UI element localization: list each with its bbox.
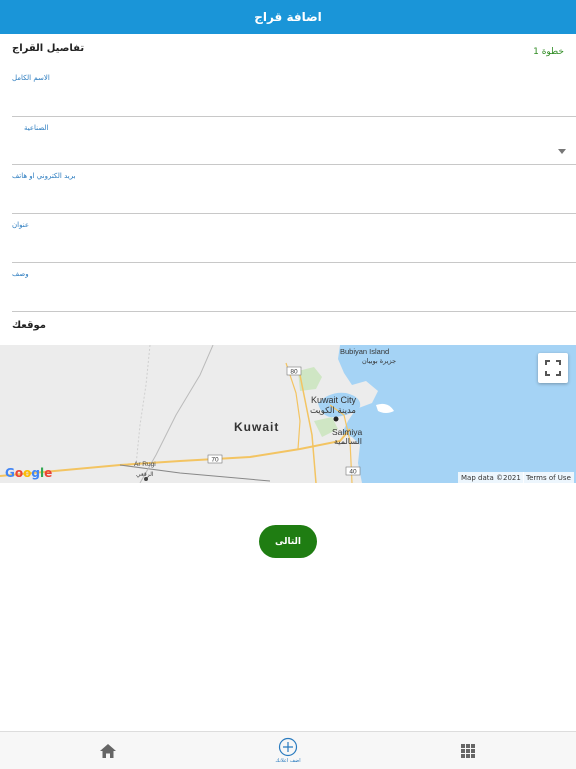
address-label: عنوان [12,221,29,229]
kuwait-city-marker [333,416,339,422]
google-logo: Google [5,466,53,480]
main-road [299,374,317,483]
highway-road [0,428,351,477]
map-canvas: 80 70 40 Bubiyan Island جزيرة بوبيان Kuw… [0,345,576,483]
road-80-line [285,362,301,450]
bubiyan-label: Bubiyan Island [340,347,389,356]
park-area [298,367,322,391]
kuwait-city-ar-label: مدينة الكويت [310,406,356,416]
map-view[interactable]: 80 70 40 Bubiyan Island جزيرة بوبيان Kuw… [0,345,576,483]
industry-select[interactable]: الصناعية [12,124,576,165]
full-name-label: الاسم الكامل [12,74,50,82]
full-name-field[interactable]: الاسم الكامل [12,74,576,117]
salmiya-ar-label: السالمية [334,437,362,446]
desert-track [135,345,151,466]
road-70-text: 70 [211,457,219,464]
section-title: تفاصيل القراج [12,43,85,54]
kuwait-country-label: Kuwait [234,420,279,434]
dropdown-arrow-icon[interactable] [558,149,566,154]
description-label: وصف [12,270,29,278]
kuwait-city-label: Kuwait City [311,395,357,405]
salmiya-label: Salmiya [332,427,363,437]
grid-icon [461,743,475,758]
map-fullscreen-button[interactable] [538,353,568,383]
road-40-text: 40 [349,469,357,476]
app-header: اضافة قراج [0,0,576,34]
bottom-nav: اضف اعلانك [0,731,576,769]
email-or-phone-field[interactable]: بريد الكتروني او هاتف [12,172,576,214]
home-icon [100,743,116,758]
tab-menu[interactable] [448,732,488,769]
ar-rugi-ar-label: الرقعي [136,471,154,478]
next-button[interactable]: التالى [259,525,317,558]
add-ad-label: اضف اعلانك [275,758,301,764]
address-field[interactable]: عنوان [12,221,576,263]
tab-home[interactable] [88,732,128,769]
fullscreen-icon [545,360,561,376]
road-80-text: 80 [290,369,298,376]
tab-add-ad[interactable]: اضف اعلانك [258,732,318,769]
page-title: اضافة قراج [254,10,322,24]
location-title: موقعك [12,320,46,331]
bubiyan-ar-label: جزيرة بوبيان [362,357,396,365]
add-circle-icon [278,737,298,757]
email-or-phone-label: بريد الكتروني او هاتف [12,172,76,180]
ar-rugi-label: Ar Rugi [134,461,156,468]
map-data-attribution: Map data ©2021 [458,472,524,483]
description-field[interactable]: وصف [12,270,576,312]
terms-of-use-link[interactable]: Terms of Use [523,472,574,483]
step-indicator: خطوة 1 [533,47,564,57]
industry-label: الصناعية [24,124,49,132]
